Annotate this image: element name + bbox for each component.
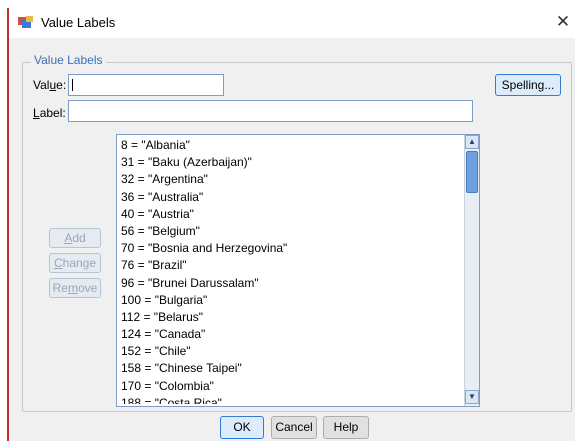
title-bar: Value Labels ✕ [9,8,575,38]
close-icon[interactable]: ✕ [553,10,573,34]
group-legend: Value Labels [31,53,106,67]
list-item[interactable]: 100 = "Bulgaria" [121,292,461,309]
list-item[interactable]: 76 = "Brazil" [121,257,461,274]
list-item[interactable]: 56 = "Belgium" [121,223,461,240]
list-item[interactable]: 32 = "Argentina" [121,171,461,188]
help-button[interactable]: Help [323,416,369,439]
value-labels-dialog: Value Labels ✕ Value Labels Value: Spell… [7,8,575,441]
background-strip [0,0,575,8]
vertical-scrollbar[interactable]: ▲ ▼ [464,135,479,406]
list-item[interactable]: 36 = "Australia" [121,189,461,206]
window-title: Value Labels [41,15,116,30]
change-button[interactable]: Change [49,253,101,273]
list-item[interactable]: 188 = "Costa Rica" [121,395,461,404]
spelling-button[interactable]: Spelling... [495,74,561,96]
list-item[interactable]: 70 = "Bosnia and Herzegovina" [121,240,461,257]
cancel-button[interactable]: Cancel [271,416,317,439]
list-item[interactable]: 124 = "Canada" [121,326,461,343]
add-button[interactable]: Add [49,228,101,248]
list-item[interactable]: 96 = "Brunei Darussalam" [121,275,461,292]
text-caret [72,79,73,91]
list-item[interactable]: 112 = "Belarus" [121,309,461,326]
scroll-up-icon[interactable]: ▲ [465,135,479,149]
scroll-thumb[interactable] [466,151,478,193]
scroll-down-icon[interactable]: ▼ [465,390,479,404]
list-item[interactable]: 158 = "Chinese Taipei" [121,360,461,377]
list-item[interactable]: 8 = "Albania" [121,137,461,154]
list-item[interactable]: 170 = "Colombia" [121,378,461,395]
ok-button[interactable]: OK [220,416,264,439]
app-icon [18,16,33,28]
label-input[interactable] [68,100,473,122]
value-input[interactable] [68,74,224,96]
list-item[interactable]: 152 = "Chile" [121,343,461,360]
label-label: Label: [33,106,66,120]
list-item[interactable]: 40 = "Austria" [121,206,461,223]
remove-button[interactable]: Remove [49,278,101,298]
value-labels-list[interactable]: 8 = "Albania" 31 = "Baku (Azerbaijan)" 32 … [116,134,480,407]
value-label: Value: [33,78,67,92]
list-items: 8 = "Albania" 31 = "Baku (Azerbaijan)" 32 … [121,137,461,404]
list-item[interactable]: 31 = "Baku (Azerbaijan)" [121,154,461,171]
